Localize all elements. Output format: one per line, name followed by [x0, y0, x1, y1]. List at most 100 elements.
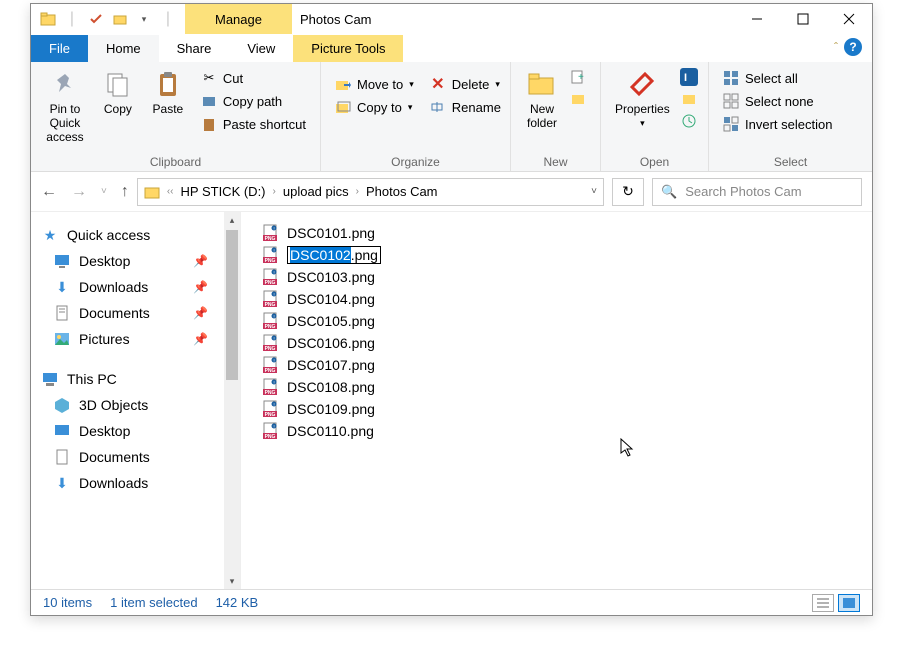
- pictures-icon: [53, 330, 71, 348]
- pin-to-quick-access-button[interactable]: Pin to Quick access: [37, 64, 93, 153]
- select-all-button[interactable]: Select all: [719, 68, 836, 88]
- file-list[interactable]: IPNGDSC0101.pngIPNGDSC0102.pngIPNGDSC010…: [241, 212, 872, 589]
- tab-file[interactable]: File: [31, 35, 88, 62]
- file-name[interactable]: DSC0102.png: [287, 246, 381, 264]
- sidebar-pictures[interactable]: Pictures📌: [31, 326, 240, 352]
- paste-icon: [152, 68, 184, 100]
- new-folder-button[interactable]: New folder: [517, 64, 567, 153]
- details-view-button[interactable]: [812, 594, 834, 612]
- sidebar-3d-objects[interactable]: 3D Objects: [31, 392, 240, 418]
- properties-button[interactable]: Properties▾: [607, 64, 678, 153]
- svg-text:PNG: PNG: [265, 412, 276, 418]
- file-item[interactable]: IPNGDSC0104.png: [261, 288, 852, 310]
- address-dropdown-icon[interactable]: ˅: [591, 186, 597, 197]
- select-none-icon: [723, 93, 739, 109]
- file-item[interactable]: IPNGDSC0101.png: [261, 222, 852, 244]
- svg-text:PNG: PNG: [265, 280, 276, 286]
- chevron-right-icon[interactable]: ›: [270, 186, 279, 197]
- ribbon-tabs: File Home Share View Picture Tools ˆ ?: [31, 34, 872, 62]
- close-button[interactable]: [826, 4, 872, 34]
- sidebar-pc-desktop[interactable]: Desktop: [31, 418, 240, 444]
- sidebar-desktop[interactable]: Desktop📌: [31, 248, 240, 274]
- chevron-right-icon[interactable]: ‹‹: [164, 186, 177, 197]
- copy-path-button[interactable]: Copy path: [197, 91, 310, 111]
- select-none-button[interactable]: Select none: [719, 91, 836, 111]
- recent-locations-icon[interactable]: ˅: [101, 186, 107, 197]
- sidebar-documents[interactable]: Documents📌: [31, 300, 240, 326]
- svg-text:I: I: [273, 248, 274, 253]
- collapse-ribbon-icon[interactable]: ˆ: [834, 40, 838, 54]
- file-item[interactable]: IPNGDSC0102.png: [261, 244, 852, 266]
- scroll-up-icon[interactable]: ▴: [224, 212, 240, 228]
- delete-button[interactable]: ✕Delete▾: [426, 74, 505, 94]
- help-icon[interactable]: ?: [844, 38, 862, 56]
- folder-small-icon[interactable]: [109, 8, 131, 30]
- tab-picture-tools[interactable]: Picture Tools: [293, 35, 403, 62]
- copy-to-button[interactable]: Copy to▾: [331, 97, 418, 117]
- chevron-right-icon[interactable]: ›: [353, 186, 362, 197]
- sidebar-pc-downloads[interactable]: ⬇Downloads: [31, 470, 240, 496]
- history-icon[interactable]: [680, 112, 698, 130]
- up-button[interactable]: ↑: [121, 183, 129, 201]
- file-name: DSC0109.png: [287, 401, 375, 417]
- tab-home[interactable]: Home: [88, 35, 159, 62]
- sidebar-quick-access[interactable]: ★ Quick access: [31, 222, 240, 248]
- maximize-button[interactable]: [780, 4, 826, 34]
- file-item[interactable]: IPNGDSC0103.png: [261, 266, 852, 288]
- paste-shortcut-button[interactable]: Paste shortcut: [197, 114, 310, 134]
- checkmark-icon[interactable]: [85, 8, 107, 30]
- refresh-button[interactable]: ↻: [612, 178, 644, 206]
- sidebar-scrollbar[interactable]: ▴ ▾: [224, 212, 240, 589]
- copy-to-icon: [335, 99, 351, 115]
- cut-button[interactable]: ✂Cut: [197, 68, 310, 88]
- ribbon-group-clipboard-label: Clipboard: [37, 153, 314, 171]
- forward-button[interactable]: →: [71, 183, 87, 201]
- scrollbar-thumb[interactable]: [226, 230, 238, 380]
- tab-share[interactable]: Share: [159, 35, 230, 62]
- rename-button[interactable]: Rename: [426, 97, 505, 117]
- file-item[interactable]: IPNG DSC0109.png: [261, 398, 852, 420]
- minimize-button[interactable]: [734, 4, 780, 34]
- rename-icon: [430, 99, 446, 115]
- file-item[interactable]: IPNGDSC0105.png: [261, 310, 852, 332]
- new-item-icon[interactable]: +: [569, 68, 587, 86]
- breadcrumb-item-2[interactable]: Photos Cam: [366, 184, 438, 199]
- file-item[interactable]: IPNGDSC0110.png: [261, 420, 852, 442]
- status-bar: 10 items 1 item selected 142 KB: [31, 589, 872, 615]
- desktop-icon: [53, 422, 71, 440]
- tab-view[interactable]: View: [229, 35, 293, 62]
- breadcrumb-item-1[interactable]: upload pics: [283, 184, 349, 199]
- pin-icon: 📌: [193, 332, 208, 346]
- breadcrumb-item-0[interactable]: HP STICK (D:): [181, 184, 266, 199]
- sidebar-this-pc[interactable]: This PC: [31, 366, 240, 392]
- back-button[interactable]: ←: [41, 183, 57, 201]
- scroll-down-icon[interactable]: ▾: [224, 573, 240, 589]
- file-item[interactable]: IPNGDSC0106.png: [261, 332, 852, 354]
- png-file-icon: IPNG: [261, 334, 279, 352]
- file-item[interactable]: IPNGDSC0107.png: [261, 354, 852, 376]
- manage-context-tab[interactable]: Manage: [185, 4, 292, 34]
- svg-text:I: I: [273, 358, 274, 363]
- svg-text:I: I: [273, 226, 274, 231]
- open-with-icon[interactable]: I: [680, 68, 698, 86]
- cube-icon: [53, 396, 71, 414]
- address-bar[interactable]: ‹‹ HP STICK (D:) › upload pics › Photos …: [137, 178, 604, 206]
- png-file-icon: IPNG: [261, 400, 279, 418]
- easy-access-icon[interactable]: [569, 90, 587, 108]
- move-to-button[interactable]: Move to▾: [331, 74, 418, 94]
- search-input[interactable]: 🔍 Search Photos Cam: [652, 178, 862, 206]
- sidebar-downloads[interactable]: ⬇Downloads📌: [31, 274, 240, 300]
- copy-button[interactable]: Copy: [93, 64, 143, 153]
- status-size: 142 KB: [216, 595, 259, 610]
- paste-button[interactable]: Paste: [143, 64, 193, 153]
- qat-dropdown-icon[interactable]: ▾: [133, 8, 155, 30]
- svg-text:PNG: PNG: [265, 324, 276, 330]
- edit-icon[interactable]: [680, 90, 698, 108]
- file-item[interactable]: IPNGDSC0108.png: [261, 376, 852, 398]
- explorer-window: | ▾ | Manage Photos Cam File Home Share …: [30, 3, 873, 616]
- invert-selection-button[interactable]: Invert selection: [719, 114, 836, 134]
- file-name: DSC0110.png: [287, 423, 374, 439]
- navigation-bar: ← → ˅ ↑ ‹‹ HP STICK (D:) › upload pics ›…: [31, 172, 872, 212]
- sidebar-pc-documents[interactable]: Documents: [31, 444, 240, 470]
- thumbnails-view-button[interactable]: [838, 594, 860, 612]
